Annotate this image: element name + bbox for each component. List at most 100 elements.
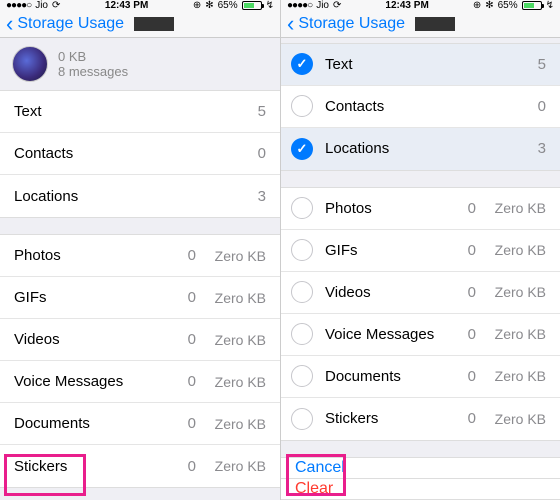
- row-label: Voice Messages: [325, 326, 446, 343]
- table-row: Videos0Zero KB: [0, 319, 280, 361]
- row-size: Zero KB: [196, 374, 266, 390]
- status-bar: ●●●●○Jio⟳ 12:43 PM ⊕✻65%↯: [281, 0, 560, 11]
- chat-messages: 8 messages: [58, 64, 128, 79]
- circle-icon[interactable]: [291, 95, 313, 117]
- table-row: Voice Messages0Zero KB: [0, 361, 280, 403]
- row-count: 0: [236, 145, 266, 162]
- circle-icon[interactable]: [291, 197, 313, 219]
- table-row: Stickers0Zero KB: [0, 445, 280, 487]
- row-count: 0: [446, 368, 476, 385]
- row-count: 5: [516, 56, 546, 73]
- screen-left: ●●●●○Jio⟳ 12:43 PM ⊕✻65%↯ ‹ Storage Usag…: [0, 0, 280, 500]
- back-chevron-icon[interactable]: ‹: [287, 11, 294, 37]
- row-label: Locations: [325, 140, 516, 157]
- table-row[interactable]: GIFs0Zero KB: [281, 230, 560, 272]
- list-select-media: Photos0Zero KBGIFs0Zero KBVideos0Zero KB…: [281, 187, 560, 441]
- row-label: Documents: [14, 415, 166, 432]
- row-count: 0: [446, 284, 476, 301]
- table-row[interactable]: Contacts0: [281, 86, 560, 128]
- checkmark-icon[interactable]: [291, 53, 313, 75]
- row-count: 0: [446, 410, 476, 427]
- row-size: Zero KB: [476, 200, 546, 216]
- row-count: 0: [166, 458, 196, 475]
- row-label: Contacts: [325, 98, 516, 115]
- row-label: Photos: [14, 247, 166, 264]
- table-row: Locations3: [0, 175, 280, 217]
- table-row: GIFs0Zero KB: [0, 277, 280, 319]
- circle-icon[interactable]: [291, 365, 313, 387]
- title-redacted: [415, 17, 455, 31]
- row-label: Videos: [14, 331, 166, 348]
- row-count: 3: [236, 188, 266, 205]
- table-row[interactable]: Stickers0Zero KB: [281, 398, 560, 440]
- table-row[interactable]: Locations3: [281, 128, 560, 170]
- nav-bar: ‹ Storage Usage: [0, 11, 280, 38]
- row-size: Zero KB: [196, 290, 266, 306]
- chat-size: 0 KB: [58, 49, 128, 64]
- list-select-counts: Text5Contacts0Locations3: [281, 43, 560, 171]
- row-size: Zero KB: [476, 242, 546, 258]
- row-size: Zero KB: [196, 332, 266, 348]
- title-redacted: [134, 17, 174, 31]
- avatar: [12, 46, 48, 82]
- table-row[interactable]: Documents0Zero KB: [281, 356, 560, 398]
- row-count: 0: [166, 331, 196, 348]
- table-row: Photos0Zero KB: [0, 235, 280, 277]
- row-label: Text: [14, 103, 236, 120]
- row-size: Zero KB: [196, 248, 266, 264]
- row-size: Zero KB: [476, 284, 546, 300]
- circle-icon[interactable]: [291, 408, 313, 430]
- checkmark-icon[interactable]: [291, 138, 313, 160]
- row-count: 0: [166, 289, 196, 306]
- row-count: 0: [446, 326, 476, 343]
- cancel-button[interactable]: Cancel: [281, 457, 560, 479]
- row-label: Stickers: [325, 410, 446, 427]
- table-row: Text5: [0, 91, 280, 133]
- circle-icon[interactable]: [291, 281, 313, 303]
- row-label: Videos: [325, 284, 446, 301]
- row-count: 0: [446, 242, 476, 259]
- chat-header: 0 KB 8 messages: [0, 38, 280, 90]
- row-size: Zero KB: [196, 416, 266, 432]
- row-label: GIFs: [14, 289, 166, 306]
- list-counts: Text5Contacts0Locations3: [0, 90, 280, 218]
- row-count: 0: [166, 415, 196, 432]
- row-label: Contacts: [14, 145, 236, 162]
- row-label: GIFs: [325, 242, 446, 259]
- row-size: Zero KB: [196, 458, 266, 474]
- circle-icon[interactable]: [291, 239, 313, 261]
- row-count: 0: [166, 373, 196, 390]
- clock: 12:43 PM: [105, 0, 148, 11]
- back-button[interactable]: Storage Usage: [298, 15, 405, 33]
- table-row[interactable]: Text5: [281, 44, 560, 86]
- row-count: 0: [166, 247, 196, 264]
- row-count: 0: [516, 98, 546, 115]
- row-label: Voice Messages: [14, 373, 166, 390]
- row-size: Zero KB: [476, 326, 546, 342]
- row-label: Locations: [14, 188, 236, 205]
- table-row: Documents0Zero KB: [0, 403, 280, 445]
- table-row: Contacts0: [0, 133, 280, 175]
- row-size: Zero KB: [476, 368, 546, 384]
- table-row[interactable]: Videos0Zero KB: [281, 272, 560, 314]
- nav-bar: ‹ Storage Usage: [281, 11, 560, 38]
- row-count: 0: [446, 200, 476, 217]
- clear-button[interactable]: Clear: [281, 479, 560, 500]
- row-label: Documents: [325, 368, 446, 385]
- row-count: 3: [516, 140, 546, 157]
- screen-right: ●●●●○Jio⟳ 12:43 PM ⊕✻65%↯ ‹ Storage Usag…: [280, 0, 560, 500]
- back-chevron-icon[interactable]: ‹: [6, 11, 13, 37]
- carrier: Jio: [35, 0, 48, 11]
- row-label: Text: [325, 56, 516, 73]
- row-label: Stickers: [14, 458, 166, 475]
- status-bar: ●●●●○Jio⟳ 12:43 PM ⊕✻65%↯: [0, 0, 280, 11]
- battery-pct: 65%: [218, 0, 238, 11]
- row-label: Photos: [325, 200, 446, 217]
- row-count: 5: [236, 103, 266, 120]
- back-button[interactable]: Storage Usage: [17, 15, 124, 33]
- table-row[interactable]: Voice Messages0Zero KB: [281, 314, 560, 356]
- circle-icon[interactable]: [291, 323, 313, 345]
- table-row[interactable]: Photos0Zero KB: [281, 188, 560, 230]
- list-media: Photos0Zero KBGIFs0Zero KBVideos0Zero KB…: [0, 234, 280, 488]
- row-size: Zero KB: [476, 411, 546, 427]
